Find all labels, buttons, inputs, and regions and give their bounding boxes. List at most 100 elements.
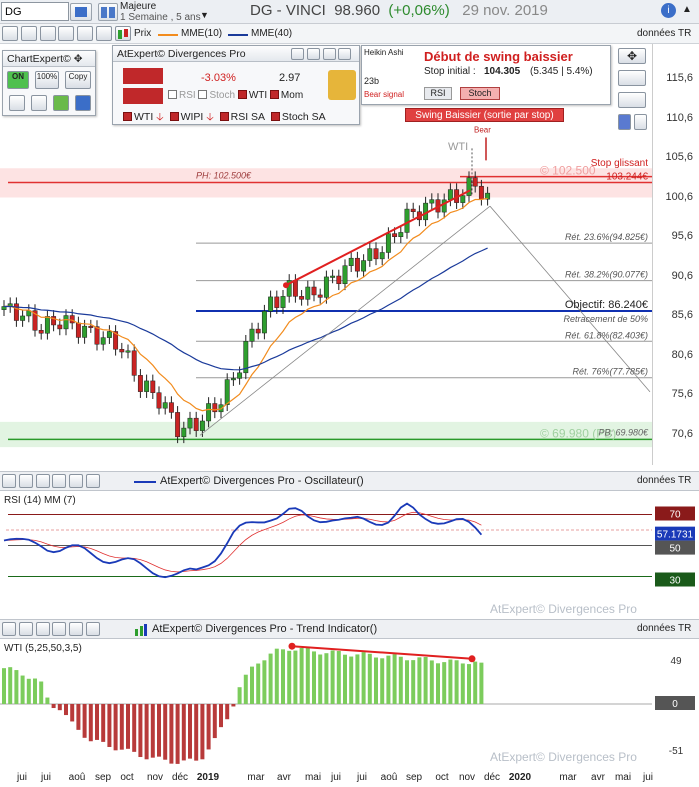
wti-bar [274,648,279,704]
wti-bar [64,704,68,716]
trend-close-icon[interactable] [85,622,100,636]
osc-close-icon[interactable] [85,474,100,488]
window-icon[interactable] [95,26,112,41]
candle [20,315,26,321]
trend-window-icon[interactable] [69,622,84,636]
draw-tool-icon[interactable] [618,70,646,86]
ticker-arrow-button[interactable] [70,3,92,21]
osc-window-icon[interactable] [69,474,84,488]
wti-bar [330,650,335,704]
eraser-icon[interactable] [618,92,646,108]
count-label: 23b [364,76,380,86]
mom-checkbox[interactable] [269,90,279,99]
osc-tools-icon[interactable] [2,474,16,488]
zoom-icon[interactable] [633,114,647,130]
osc-wave-icon[interactable] [35,474,50,488]
grid-icon[interactable] [618,114,631,130]
collapse-icon[interactable]: ▲ [682,4,692,15]
wti-bar [144,704,149,760]
wti-bar [2,668,6,704]
trend-wave-icon[interactable] [35,622,50,636]
on-button[interactable]: ON [7,71,29,89]
wti-bar [20,675,25,704]
wrench-icon[interactable] [9,95,25,111]
copy-button[interactable]: Copy [65,71,91,89]
wti-bar [14,670,19,704]
month-label: sep [95,772,112,783]
wti-bar [417,657,422,704]
chart-icon[interactable] [31,95,47,111]
save-icon[interactable] [306,48,320,60]
price-tick: 70,6 [671,427,693,440]
wti-bar [361,652,366,704]
candle [230,378,236,381]
bot-wipi-checkbox[interactable] [169,112,179,121]
edit-icon[interactable] [75,95,91,111]
osc-ae-icon[interactable] [52,474,67,488]
oscillator-chart[interactable]: RSI (14) MM (7) AtExpert© Divergences Pro… [0,491,699,619]
trend-watermark: AtExpert© Divergences Pro [490,750,637,764]
book-icon[interactable] [98,3,118,21]
swing-up-icon[interactable] [123,68,163,84]
trend-tools [2,622,100,639]
wave-icon[interactable] [39,26,56,41]
candle [280,296,286,308]
wti-bar [39,681,44,704]
zoom-100-button[interactable]: 100% [35,71,59,89]
rsi-badge[interactable]: RSI [424,87,452,100]
market-selector[interactable]: Majeure 1 Semaine , 5 ans [120,1,201,23]
candle [88,325,94,328]
trend-tools-icon[interactable] [2,622,16,636]
gear-icon[interactable] [291,48,304,60]
tool-icons [2,26,131,44]
candle [385,233,391,253]
candle [311,286,317,296]
candle [237,372,243,379]
ae-icon[interactable] [58,26,75,41]
move-chart-icon[interactable]: ✥ [618,48,646,64]
stoch-badge[interactable]: Stoch [460,87,500,100]
refresh-icon[interactable] [53,95,69,111]
tools-icon[interactable] [2,26,18,41]
atexpert-panel: AtExpert© Divergences Pro -3.03% 2.97 RS… [112,45,360,125]
star-icon[interactable] [338,48,352,60]
bot-stoch-sa-checkbox[interactable] [270,112,280,121]
price-axis: 115,6 110,6 105,6 100,6 95,6 90,6 85,6 80,6 75,6… [652,44,699,465]
candle [75,322,81,338]
osc-donnees: données TR [637,475,692,486]
stoch-checkbox[interactable] [198,90,208,99]
swing-tag: Swing Baissier (sortie par stop) [405,108,564,122]
trend-ae-icon[interactable] [52,622,67,636]
month-label: mar [247,772,265,783]
candle [255,328,261,334]
wti-bar [113,704,118,751]
month-label: mai [305,772,321,783]
indicator-icon[interactable] [20,26,37,41]
move-icon[interactable]: ✥ [74,53,83,65]
candle [361,260,367,272]
draw-icon[interactable] [77,26,94,41]
print-icon[interactable] [322,48,336,60]
candle [224,379,230,405]
bot-wti-checkbox[interactable] [123,112,132,121]
wti-bar [312,651,316,704]
trend-indicator-icon[interactable] [18,622,33,636]
rsi-checkbox[interactable] [168,90,177,99]
wti-checkbox[interactable] [237,90,247,99]
swing-down-icon[interactable] [123,88,163,104]
wti-bar [76,704,81,730]
candle [447,189,453,201]
bell-icon[interactable] [328,70,356,100]
candle [69,315,75,324]
ticker-input[interactable] [1,2,69,21]
osc-indicator-icon[interactable] [18,474,33,488]
wti-bar [405,660,409,704]
trend-0-label: 0 [672,699,678,710]
candle [82,325,88,338]
trend-chart[interactable]: WTI (5,25,50,3,5) AtExpert© Divergences P… [0,639,699,767]
month-label: aoû [69,772,86,783]
info-icon[interactable]: i [661,3,676,18]
bot-rsi-sa-checkbox[interactable] [219,112,229,121]
trend-header: AtExpert© Divergences Pro - Trend Indica… [0,619,699,639]
chevron-down-icon[interactable]: ▼ [200,10,209,20]
